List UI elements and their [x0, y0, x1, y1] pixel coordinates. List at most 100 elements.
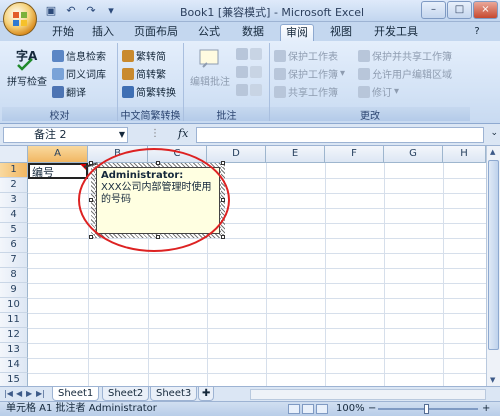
zoom-in-icon[interactable]: + — [482, 402, 490, 416]
tab-review[interactable]: 审阅 — [280, 24, 314, 41]
allow-edit-ranges-button[interactable]: 允许用户编辑区域 — [358, 66, 452, 81]
row-header[interactable]: 12 — [0, 328, 28, 343]
name-box-dropdown-icon[interactable]: ▼ — [119, 128, 125, 142]
row-header[interactable]: 7 — [0, 253, 28, 268]
group-label-chinese-conversion: 中文简繁转换 — [118, 107, 183, 122]
maximize-button[interactable]: □ — [447, 1, 472, 19]
group-chinese-conversion: 繁转简 简转繁 简繁转换 中文简繁转换 — [118, 43, 184, 122]
row-header[interactable]: 9 — [0, 283, 28, 298]
expand-formula-bar-icon[interactable]: ⌄ — [490, 128, 498, 138]
highlight-ellipse — [78, 148, 230, 252]
zoom-slider-thumb[interactable] — [424, 404, 429, 414]
row-header[interactable]: 11 — [0, 313, 28, 328]
resize-handle[interactable] — [89, 235, 93, 239]
dropdown-arrow-icon: ▾ — [340, 68, 346, 79]
close-button[interactable]: × — [473, 1, 498, 19]
convert-button[interactable]: 简繁转换 — [122, 84, 176, 99]
protect-workbook-icon — [274, 67, 286, 80]
zoom-out-icon[interactable]: − — [368, 402, 376, 416]
insert-function-icon[interactable]: fx — [178, 127, 188, 140]
ribbon-tabs: 开始 插入 页面布局 公式 数据 审阅 视图 开发工具 ? — [0, 22, 500, 41]
tab-developer[interactable]: 开发工具 — [370, 24, 422, 41]
edit-comment-button[interactable]: 编辑批注 — [188, 47, 232, 88]
next-sheet-icon[interactable]: ▶ — [26, 389, 32, 398]
redo-icon[interactable]: ↷ — [84, 4, 98, 18]
undo-icon[interactable]: ↶ — [64, 4, 78, 18]
save-icon[interactable]: ▣ — [44, 4, 58, 18]
row-header[interactable]: 13 — [0, 343, 28, 358]
horizontal-scrollbar[interactable] — [250, 389, 486, 400]
page-layout-view-icon[interactable] — [302, 404, 314, 414]
column-header-h[interactable]: H — [443, 146, 486, 163]
help-icon[interactable]: ? — [470, 24, 484, 41]
resize-handle[interactable] — [221, 161, 225, 165]
edit-comment-icon — [199, 49, 219, 68]
protect-share-button[interactable]: 保护并共享工作簿 — [358, 48, 452, 63]
first-sheet-icon[interactable]: |◀ — [4, 389, 13, 398]
select-all-corner[interactable] — [0, 146, 28, 163]
tab-insert[interactable]: 插入 — [88, 24, 118, 41]
tab-page-layout[interactable]: 页面布局 — [130, 24, 182, 41]
grid-line — [325, 163, 326, 386]
minimize-button[interactable]: – — [421, 1, 446, 19]
name-box[interactable]: 备注 2 ▼ — [3, 127, 128, 143]
row-header[interactable]: 3 — [0, 193, 28, 208]
row-header[interactable]: 5 — [0, 223, 28, 238]
column-header-d[interactable]: D — [207, 146, 266, 163]
scroll-down-icon[interactable]: ▼ — [490, 376, 495, 384]
share-workbook-button[interactable]: 共享工作簿 — [274, 84, 338, 99]
row-header[interactable]: 4 — [0, 208, 28, 223]
row-header[interactable]: 1 — [0, 163, 28, 178]
protect-sheet-button[interactable]: 保护工作表 — [274, 48, 338, 63]
normal-view-icon[interactable] — [288, 404, 300, 414]
tab-view[interactable]: 视图 — [326, 24, 356, 41]
row-header[interactable]: 2 — [0, 178, 28, 193]
vertical-scrollbar[interactable]: ▲ ▼ — [486, 146, 500, 386]
last-sheet-icon[interactable]: ▶| — [36, 389, 45, 398]
column-header-f[interactable]: F — [325, 146, 384, 163]
sheet-tab-sheet2[interactable]: Sheet2 — [102, 387, 150, 401]
delete-comment-button[interactable] — [236, 48, 262, 60]
customize-qat-icon[interactable]: ▾ — [104, 4, 118, 18]
resize-handle[interactable] — [89, 161, 93, 165]
status-text: 单元格 A1 批注者 Administrator — [6, 403, 157, 414]
translate-button[interactable]: 翻译 — [52, 84, 86, 99]
resize-handle[interactable] — [221, 235, 225, 239]
tab-formulas[interactable]: 公式 — [194, 24, 224, 41]
row-header[interactable]: 14 — [0, 358, 28, 373]
formula-input[interactable] — [196, 127, 484, 143]
track-changes-button[interactable]: 修订 ▾ — [358, 84, 399, 99]
spell-check-button[interactable]: 字A 拼写检查 — [6, 47, 48, 88]
tab-data[interactable]: 数据 — [238, 24, 268, 41]
row-header[interactable]: 15 — [0, 373, 28, 386]
row-header[interactable]: 6 — [0, 238, 28, 253]
insert-sheet-icon[interactable]: ✚ — [198, 387, 215, 401]
prev-comment-icon — [236, 66, 248, 78]
column-header-e[interactable]: E — [266, 146, 325, 163]
vertical-scroll-thumb[interactable] — [488, 160, 499, 350]
row-header[interactable]: 10 — [0, 298, 28, 313]
zoom-level[interactable]: 100% — [336, 402, 365, 416]
to-simplified-button[interactable]: 繁转简 — [122, 48, 166, 63]
prev-comment-button[interactable] — [236, 66, 262, 78]
row-header[interactable]: 8 — [0, 268, 28, 283]
worksheet-grid[interactable]: A B C D E F G H 1 2 3 4 5 6 7 8 9 10 11 … — [0, 146, 500, 386]
page-break-view-icon[interactable] — [316, 404, 328, 414]
tab-home[interactable]: 开始 — [48, 24, 78, 41]
column-header-a[interactable]: A — [28, 146, 88, 163]
office-button[interactable] — [3, 2, 37, 36]
thesaurus-button[interactable]: 同义词库 — [52, 66, 106, 81]
column-header-g[interactable]: G — [384, 146, 443, 163]
research-button[interactable]: 信息检索 — [52, 48, 106, 63]
next-comment-button[interactable] — [236, 84, 262, 96]
scroll-up-icon[interactable]: ▲ — [490, 148, 495, 156]
to-traditional-button[interactable]: 简转繁 — [122, 66, 166, 81]
grid-line — [28, 373, 500, 374]
prev-sheet-icon[interactable]: ◀ — [16, 389, 22, 398]
allow-edit-ranges-icon — [358, 67, 370, 80]
protect-workbook-button[interactable]: 保护工作簿 ▾ — [274, 66, 345, 81]
to-traditional-icon — [122, 67, 134, 80]
sheet-tab-sheet3[interactable]: Sheet3 — [150, 387, 198, 401]
sheet-tab-sheet1[interactable]: Sheet1 — [52, 387, 100, 401]
grid-line — [266, 163, 267, 386]
